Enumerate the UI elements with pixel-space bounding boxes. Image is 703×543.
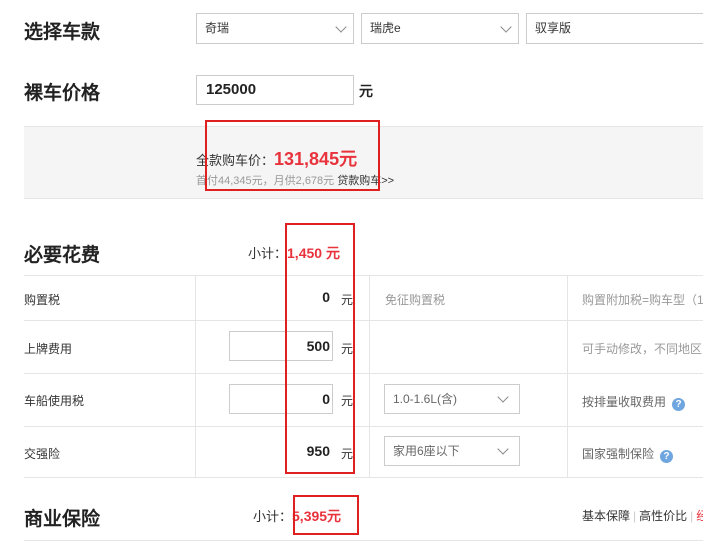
purchase-tax-note: 购置附加税=购车型（1	[582, 293, 703, 307]
table-vdivider	[195, 275, 196, 477]
tab-third[interactable]: 经	[696, 509, 703, 523]
row-label-vehicle-tax: 车船使用税	[24, 394, 85, 408]
series-select-value: 瑞虎e	[370, 21, 401, 35]
compulsory-insurance-note-text: 国家强制保险	[582, 447, 655, 461]
chevron-down-icon	[497, 391, 509, 403]
required-title: 必要花费	[24, 245, 101, 266]
required-subtotal-label: 小计：	[248, 246, 288, 261]
table-divider	[24, 540, 703, 541]
displacement-select-value: 1.0-1.6L(含)	[393, 392, 458, 406]
question-icon[interactable]: ?	[660, 450, 674, 463]
row-label-plate-fee: 上牌费用	[24, 342, 73, 356]
purchase-tax-option: 免征购置税	[385, 293, 446, 307]
commercial-subtotal-label: 小计：	[253, 509, 293, 524]
vehicle-tax-note: 按排量收取费用?	[582, 393, 686, 411]
commercial-title: 商业保险	[24, 509, 101, 530]
table-divider	[24, 426, 703, 427]
highlight-box	[205, 120, 380, 191]
select-model-title: 选择车款	[24, 22, 101, 43]
chevron-down-icon	[335, 21, 347, 33]
table-divider	[24, 320, 703, 321]
vehicle-tax-note-text: 按排量收取费用	[582, 395, 667, 409]
tab-separator: |	[633, 509, 637, 523]
table-divider	[24, 275, 703, 276]
table-vdivider	[369, 275, 370, 477]
row-label-compulsory-insurance: 交强险	[24, 447, 61, 461]
table-divider	[24, 477, 703, 478]
tab-value[interactable]: 高性价比	[639, 509, 687, 523]
seats-select[interactable]: 家用6座以下	[384, 436, 520, 466]
plate-fee-note: 可手动修改，不同地区	[582, 342, 703, 356]
highlight-box	[293, 495, 359, 535]
table-divider	[24, 373, 703, 374]
tab-separator: |	[690, 509, 694, 523]
brand-select-value: 奇瑞	[205, 21, 230, 35]
seats-select-value: 家用6座以下	[393, 444, 460, 458]
row-label-purchase-tax: 购置税	[24, 293, 61, 307]
compulsory-insurance-note: 国家强制保险?	[582, 445, 674, 463]
trim-select[interactable]: 驭享版	[526, 13, 703, 44]
question-icon[interactable]: ?	[672, 398, 686, 411]
tab-basic[interactable]: 基本保障	[582, 509, 630, 523]
price-input[interactable]: 125000	[196, 75, 354, 105]
price-title: 裸车价格	[24, 83, 101, 104]
price-unit: 元	[359, 83, 373, 99]
displacement-select[interactable]: 1.0-1.6L(含)	[384, 384, 520, 414]
insurance-tabs: 基本保障 | 高性价比 | 经	[582, 507, 703, 524]
brand-select[interactable]: 奇瑞	[196, 13, 354, 44]
series-select[interactable]: 瑞虎e	[361, 13, 519, 44]
table-vdivider	[567, 275, 568, 477]
chevron-down-icon	[500, 21, 512, 33]
trim-select-value: 驭享版	[535, 21, 572, 35]
chevron-down-icon	[497, 443, 509, 455]
highlight-box	[285, 223, 355, 474]
